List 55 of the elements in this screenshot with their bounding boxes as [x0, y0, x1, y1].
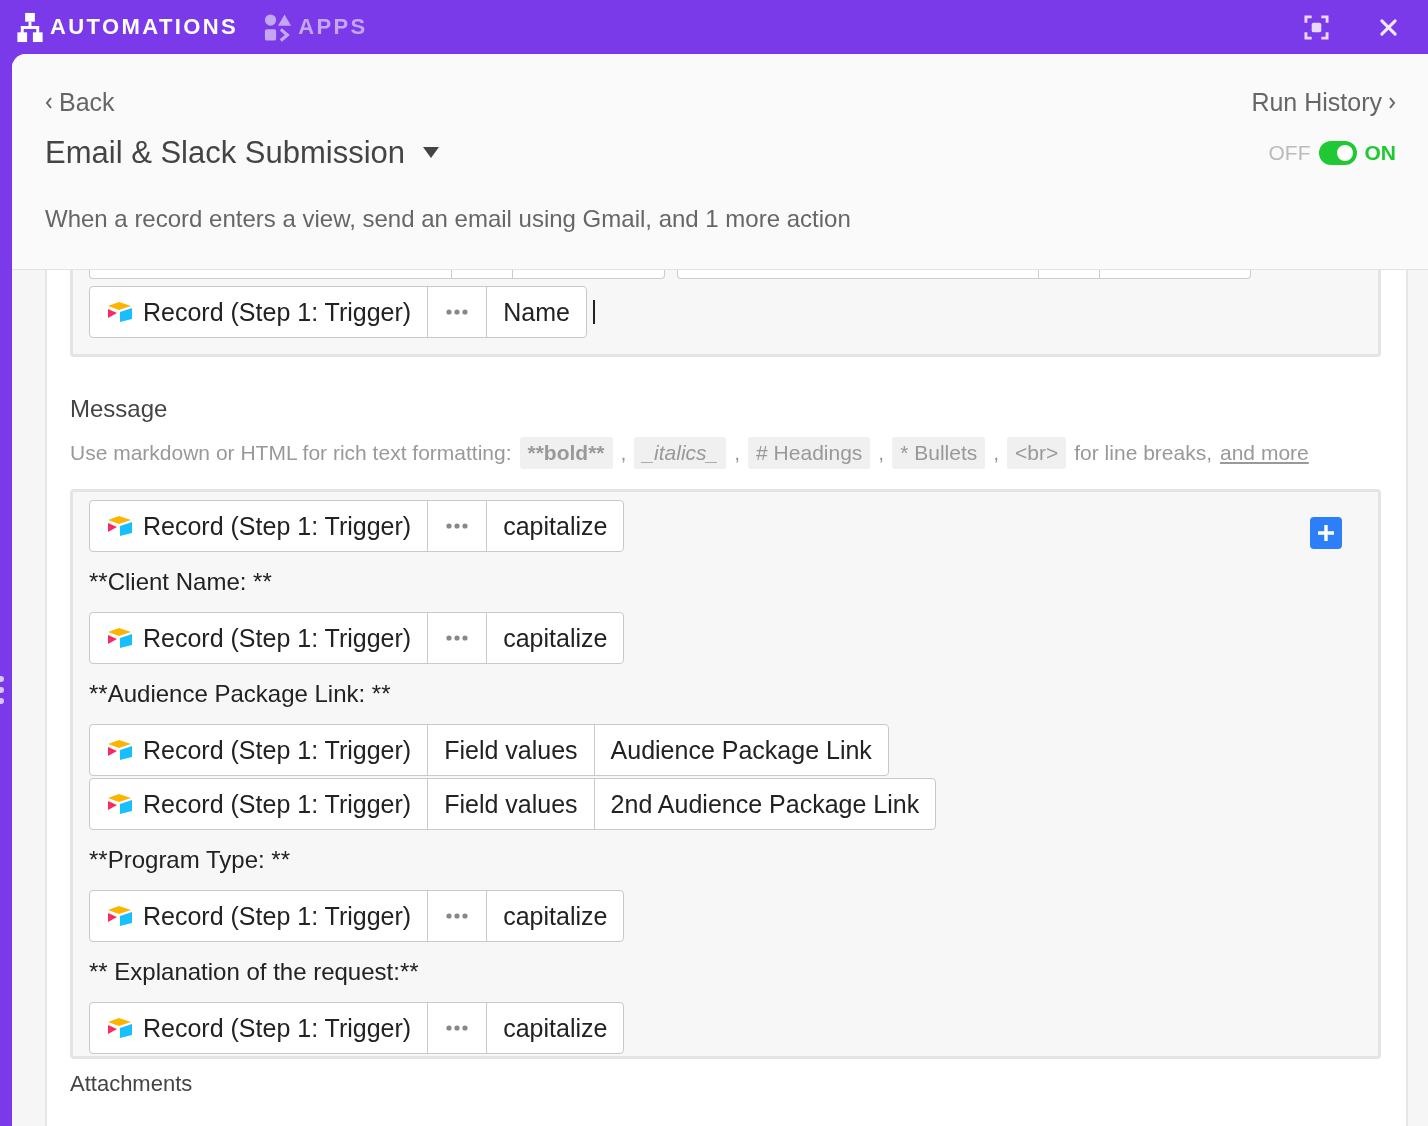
automation-description: When a record enters a view, send an email using Gmail, and 1 more action [45, 205, 852, 233]
chevron-left-icon [45, 96, 53, 109]
caret-icon[interactable] [423, 147, 440, 159]
record-icon [107, 739, 133, 761]
add-icon[interactable] [1310, 517, 1342, 549]
more-icon [446, 635, 469, 641]
field-token[interactable]: Record (Step 1: Trigger) capitalize [89, 500, 625, 552]
more-icon [446, 309, 469, 315]
off-label: OFF [1268, 141, 1311, 165]
field-token[interactable]: Record (Step 1: Trigger) capitalize [89, 890, 625, 942]
code-sample: <br> [1007, 437, 1067, 469]
code-sample: **bold** [519, 437, 613, 469]
field-token[interactable]: Record (Step 1: Trigger) Field values Audience Package Link [89, 724, 889, 776]
message-label: Message [70, 395, 169, 423]
help-text: for line breaks, [1074, 441, 1212, 465]
more-icon [446, 913, 469, 919]
record-icon [107, 905, 133, 927]
message-text: **Audience Package Link: ** [89, 679, 392, 709]
field-token[interactable]: Record (Step 1: Trigger) capitalize [89, 1002, 625, 1054]
help-text: Use markdown or HTML for rich text formatting: [70, 441, 512, 465]
field-token[interactable]: Record (Step 1: Trigger) Name [89, 286, 587, 338]
help-text: , [878, 441, 885, 465]
code-sample: * Bullets [892, 437, 986, 469]
chevron-right-icon [1388, 96, 1396, 109]
code-sample: _italics_ [634, 437, 727, 469]
message-field[interactable] [70, 489, 1381, 1059]
attachments-label: Attachments [70, 1071, 194, 1097]
record-icon [107, 301, 133, 323]
on-label: ON [1364, 141, 1396, 165]
more-icon [446, 1025, 469, 1031]
back-link[interactable]: Back [59, 88, 115, 117]
close-icon[interactable] [1379, 17, 1398, 37]
subject-field[interactable]: Record (Step 1: Trigger) Name [70, 270, 1381, 357]
field-token[interactable]: Record (Step 1: Trigger) capitalize [89, 612, 625, 664]
message-text: **Program Type: ** [89, 845, 291, 875]
help-text: , [993, 441, 1000, 465]
on-off-switch[interactable] [1318, 141, 1357, 165]
record-icon [107, 1017, 133, 1039]
flowchart-icon [16, 11, 44, 43]
code-sample: # Headings [748, 437, 871, 469]
field-token[interactable]: Record (Step 1: Trigger) Field values 2nd Audience Package Link [89, 778, 937, 830]
message-text: ** Explanation of the request:** [89, 957, 420, 987]
message-text: **Client Name: ** [89, 567, 273, 597]
automation-title: Email & Slack Submission [45, 135, 406, 171]
record-icon [107, 515, 133, 537]
nav-tab[interactable]: AUTOMATIONS [16, 11, 239, 43]
shapes-icon [264, 11, 293, 43]
help-text: , [734, 441, 741, 465]
record-icon [107, 793, 133, 815]
run-history-link[interactable]: Run History [1251, 88, 1382, 117]
help-text: , [620, 441, 627, 465]
record-icon [107, 627, 133, 649]
drag-handle-icon[interactable] [0, 676, 6, 704]
focus-icon[interactable] [1304, 14, 1329, 40]
more-icon [446, 523, 469, 529]
